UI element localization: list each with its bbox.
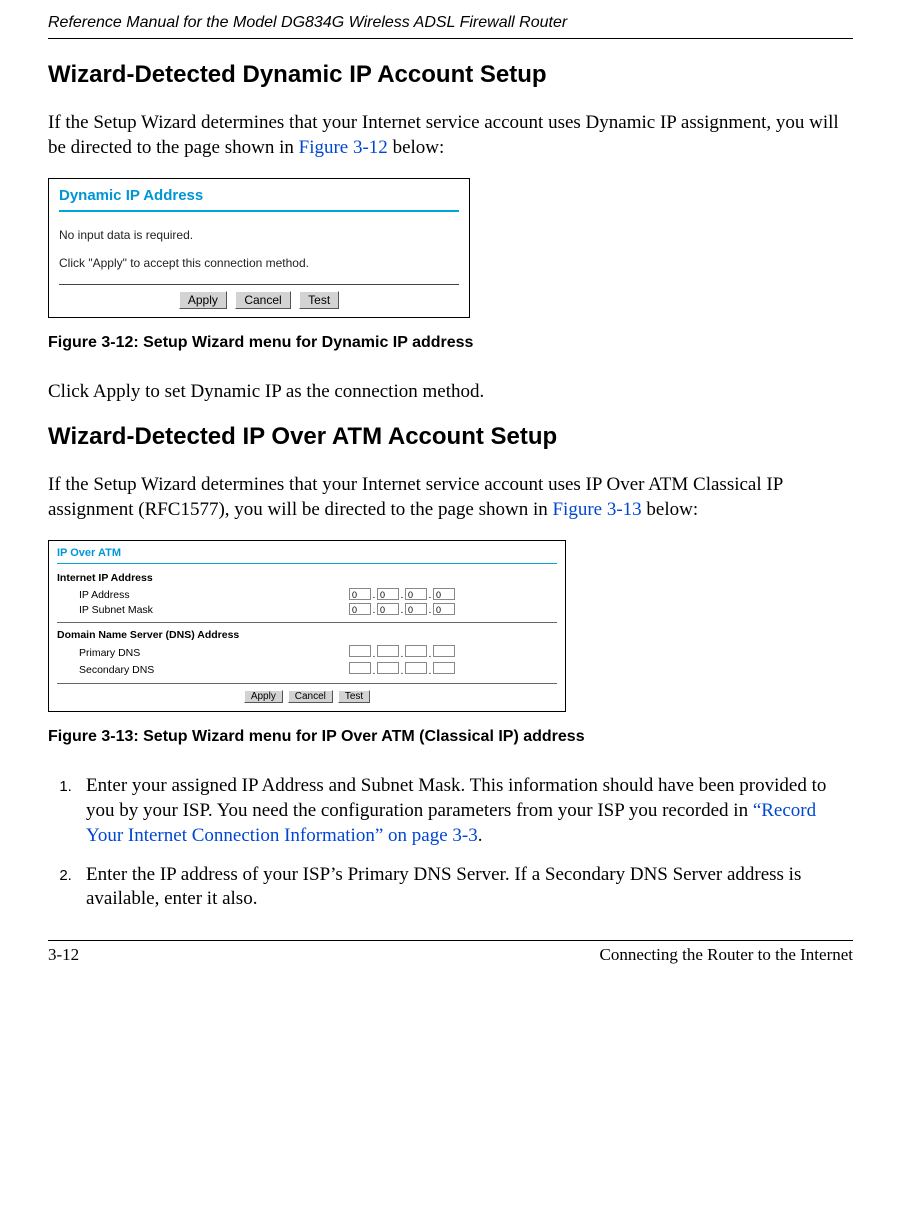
- running-header: Reference Manual for the Model DG834G Wi…: [48, 0, 853, 38]
- row-subnet-mask: IP Subnet Mask 0.0.0.0: [57, 603, 557, 616]
- figure-3-13-caption: Figure 3-13: Setup Wizard menu for IP Ov…: [48, 728, 853, 746]
- panel-divider-2: [57, 563, 557, 564]
- label-subnet-mask: IP Subnet Mask: [57, 604, 349, 616]
- ip-octet[interactable]: 0: [433, 603, 455, 615]
- figure-3-12-caption: Figure 3-12: Setup Wizard menu for Dynam…: [48, 334, 853, 352]
- chapter-title: Connecting the Router to the Internet: [599, 945, 853, 965]
- fig2-divider-2: [57, 683, 557, 684]
- apply-button[interactable]: Apply: [244, 690, 283, 703]
- group-dns: Domain Name Server (DNS) Address: [57, 629, 557, 641]
- fig2-divider-1: [57, 622, 557, 623]
- ip-octet[interactable]: 0: [349, 603, 371, 615]
- ip-address-input[interactable]: 0.0.0.0: [349, 588, 455, 601]
- section1-after: Click Apply to set Dynamic IP as the con…: [48, 380, 853, 405]
- fig2-button-row: Apply Cancel Test: [57, 690, 557, 703]
- row-primary-dns: Primary DNS ...: [57, 645, 557, 660]
- steps-list: Enter your assigned IP Address and Subne…: [48, 774, 853, 911]
- heading-dynamic-ip: Wizard-Detected Dynamic IP Account Setup: [48, 61, 853, 89]
- intro-paragraph-1: If the Setup Wizard determines that your…: [48, 111, 853, 160]
- page-number: 3-12: [48, 945, 79, 965]
- ip-octet[interactable]: [433, 662, 455, 674]
- ip-octet[interactable]: [433, 645, 455, 657]
- ip-octet[interactable]: 0: [377, 588, 399, 600]
- step2-text: Enter the IP address of your ISP’s Prima…: [86, 864, 801, 910]
- ip-octet[interactable]: [405, 662, 427, 674]
- label-ip-address: IP Address: [57, 589, 349, 601]
- test-button[interactable]: Test: [299, 291, 339, 309]
- test-button[interactable]: Test: [338, 690, 370, 703]
- intro1-post: below:: [388, 137, 444, 158]
- intro-paragraph-2: If the Setup Wizard determines that your…: [48, 473, 853, 522]
- panel-divider: [59, 210, 459, 212]
- ip-octet[interactable]: 0: [377, 603, 399, 615]
- fig1-line2: Click "Apply" to accept this connection …: [59, 256, 459, 270]
- ip-octet[interactable]: 0: [405, 603, 427, 615]
- ip-octet[interactable]: 0: [433, 588, 455, 600]
- step1-post: .: [478, 825, 483, 846]
- page-footer: 3-12 Connecting the Router to the Intern…: [48, 940, 853, 965]
- ip-octet[interactable]: [349, 662, 371, 674]
- apply-button[interactable]: Apply: [179, 291, 227, 309]
- label-secondary-dns: Secondary DNS: [57, 664, 349, 676]
- row-ip-address: IP Address 0.0.0.0: [57, 588, 557, 601]
- ip-octet[interactable]: [377, 662, 399, 674]
- ip-octet[interactable]: [349, 645, 371, 657]
- primary-dns-input[interactable]: ...: [349, 645, 455, 660]
- figure-3-13-panel: IP Over ATM Internet IP Address IP Addre…: [48, 540, 566, 712]
- figure-3-12-link[interactable]: Figure 3-12: [299, 137, 388, 158]
- row-secondary-dns: Secondary DNS ...: [57, 662, 557, 677]
- label-primary-dns: Primary DNS: [57, 647, 349, 659]
- fig1-bottom-divider: [59, 284, 459, 285]
- step-1: Enter your assigned IP Address and Subne…: [76, 774, 853, 848]
- ip-octet[interactable]: 0: [349, 588, 371, 600]
- cancel-button[interactable]: Cancel: [235, 291, 290, 309]
- secondary-dns-input[interactable]: ...: [349, 662, 455, 677]
- ip-octet[interactable]: [405, 645, 427, 657]
- ip-octet[interactable]: 0: [405, 588, 427, 600]
- figure-3-12-panel: Dynamic IP Address No input data is requ…: [48, 178, 470, 318]
- panel-title-ip-over-atm: IP Over ATM: [57, 547, 557, 559]
- panel-title-dynamic-ip: Dynamic IP Address: [59, 187, 459, 204]
- fig1-line1: No input data is required.: [59, 228, 459, 242]
- fig1-button-row: Apply Cancel Test: [59, 291, 459, 309]
- step-2: Enter the IP address of your ISP’s Prima…: [76, 863, 853, 912]
- heading-ip-over-atm: Wizard-Detected IP Over ATM Account Setu…: [48, 423, 853, 451]
- cancel-button[interactable]: Cancel: [288, 690, 333, 703]
- figure-3-13-link[interactable]: Figure 3-13: [552, 499, 641, 520]
- subnet-mask-input[interactable]: 0.0.0.0: [349, 603, 455, 616]
- header-rule: [48, 38, 853, 39]
- group-internet-ip: Internet IP Address: [57, 572, 557, 584]
- step1-pre: Enter your assigned IP Address and Subne…: [86, 775, 826, 821]
- ip-octet[interactable]: [377, 645, 399, 657]
- intro2-post: below:: [642, 499, 698, 520]
